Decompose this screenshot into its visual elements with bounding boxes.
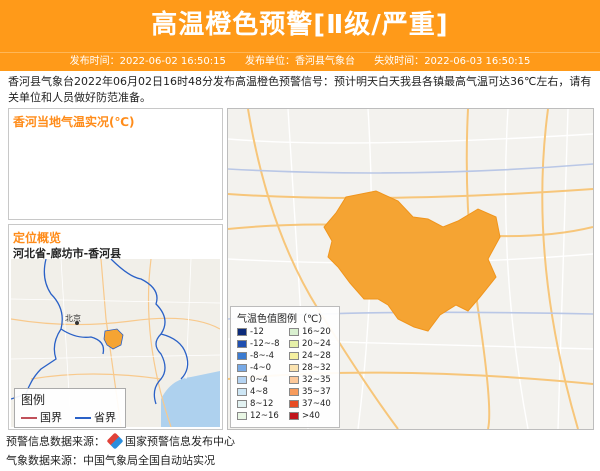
legend-province-border: 省界 — [75, 409, 116, 425]
map-label-beijing: 北京 — [65, 314, 81, 323]
legend-color-swatch — [237, 387, 247, 396]
publisher-value: 香河县气象台 — [295, 56, 355, 67]
temperature-legend-item: >40 — [289, 411, 320, 422]
legend-item-label: 35~37 — [302, 387, 331, 397]
warning-source-line: 预警信息数据来源： 国家预警信息发布中心 — [6, 432, 235, 450]
legend-item-label: 4~8 — [250, 387, 268, 397]
temperature-legend: 气温色值图例（℃） -12 16~20 -12~-8 20~24 -8~-4 24~28 -… — [230, 306, 340, 428]
legend-color-swatch — [289, 327, 299, 336]
country-border-swatch — [21, 417, 37, 419]
weather-source-line: 气象数据来源：中国气象局全国自动站实况 — [6, 452, 215, 468]
temperature-legend-item: 0~4 — [237, 375, 268, 386]
legend-color-swatch — [289, 387, 299, 396]
legend-item-label: -4~0 — [250, 363, 272, 373]
legend-item-label: 20~24 — [302, 339, 331, 349]
legend-color-swatch — [237, 339, 247, 348]
legend-color-swatch — [289, 363, 299, 372]
temperature-legend-item: 35~37 — [289, 387, 331, 398]
legend-color-swatch — [289, 411, 299, 420]
legend-province-label: 省界 — [94, 411, 116, 424]
warning-banner: 高温橙色预警[Ⅱ级/严重] — [0, 0, 600, 52]
temperature-legend-item: 24~28 — [289, 351, 331, 362]
legend-color-swatch — [237, 399, 247, 408]
temperature-legend-item: -4~0 — [237, 363, 271, 374]
expire-time: 失效时间：2022-06-03 16:50:15 — [374, 56, 530, 67]
legend-country-label: 国界 — [40, 411, 62, 424]
legend-color-swatch — [289, 399, 299, 408]
publish-time: 发布时间：2022-06-02 16:50:15 — [70, 56, 226, 67]
legend-item-label: -12 — [250, 327, 264, 337]
legend-color-swatch — [237, 375, 247, 384]
temperature-legend-item: -12 — [237, 327, 264, 338]
legend-item-label: >40 — [302, 411, 320, 421]
warning-source-value: 国家预警信息发布中心 — [125, 435, 235, 448]
warning-title: 高温橙色预警[Ⅱ级/严重] — [151, 10, 449, 40]
publish-time-label: 发布时间： — [69, 56, 120, 67]
warning-meta-bar: 发布时间：2022-06-02 16:50:15 发布单位：香河县气象台 失效时… — [0, 52, 600, 71]
boundary-legend: 图例 国界 省界 — [14, 388, 126, 428]
expire-time-label: 失效时间： — [374, 56, 425, 67]
publisher: 发布单位：香河县气象台 — [245, 56, 355, 67]
legend-item-label: 0~4 — [250, 375, 268, 385]
legend-item-label: -8~-4 — [250, 351, 275, 361]
boundary-legend-title: 图例 — [21, 393, 46, 407]
legend-country-border: 国界 — [21, 409, 62, 425]
expire-time-value: 2022-06-03 16:50:15 — [424, 56, 531, 67]
weather-source-value: 中国气象局全国自动站实况 — [83, 454, 215, 467]
legend-color-swatch — [289, 351, 299, 360]
temperature-legend-item: 28~32 — [289, 363, 331, 374]
legend-color-swatch — [237, 363, 247, 372]
legend-color-swatch — [237, 351, 247, 360]
legend-item-label: 24~28 — [302, 351, 331, 361]
province-border-swatch — [75, 417, 91, 419]
publish-time-value: 2022-06-02 16:50:15 — [119, 56, 226, 67]
legend-item-label: 12~16 — [250, 411, 279, 421]
temperature-panel-title: 香河当地气温实况(℃) — [13, 115, 135, 129]
temperature-legend-item: -8~-4 — [237, 351, 274, 362]
warning-source-label: 预警信息数据来源： — [6, 435, 105, 448]
temperature-legend-item: 20~24 — [289, 339, 331, 350]
legend-item-label: -12~-8 — [250, 339, 280, 349]
legend-item-label: 28~32 — [302, 363, 331, 373]
legend-color-swatch — [237, 327, 247, 336]
temperature-legend-item: 32~35 — [289, 375, 331, 386]
temperature-legend-title: 气温色值图例（℃） — [237, 314, 329, 325]
weather-source-label: 气象数据来源： — [6, 454, 83, 467]
temperature-legend-item: -12~-8 — [237, 339, 279, 350]
legend-color-swatch — [289, 339, 299, 348]
location-panel-title: 定位概览 — [13, 231, 62, 245]
legend-item-label: 37~40 — [302, 399, 331, 409]
legend-item-label: 8~12 — [250, 399, 274, 409]
temperature-panel: 香河当地气温实况(℃) — [8, 108, 223, 220]
legend-item-label: 32~35 — [302, 375, 331, 385]
publisher-label: 发布单位： — [245, 56, 295, 67]
legend-item-label: 16~20 — [302, 327, 331, 337]
temperature-legend-item: 37~40 — [289, 399, 331, 410]
warning-center-logo-icon — [106, 432, 124, 450]
temperature-legend-item: 12~16 — [237, 411, 279, 422]
temperature-legend-item: 16~20 — [289, 327, 331, 338]
temperature-legend-item: 8~12 — [237, 399, 273, 410]
legend-color-swatch — [237, 411, 247, 420]
legend-color-swatch — [289, 375, 299, 384]
temperature-legend-item: 4~8 — [237, 387, 268, 398]
warning-description: 香河县气象台2022年06月02日16时48分发布高温橙色预警信号：预计明天白天… — [8, 75, 592, 104]
